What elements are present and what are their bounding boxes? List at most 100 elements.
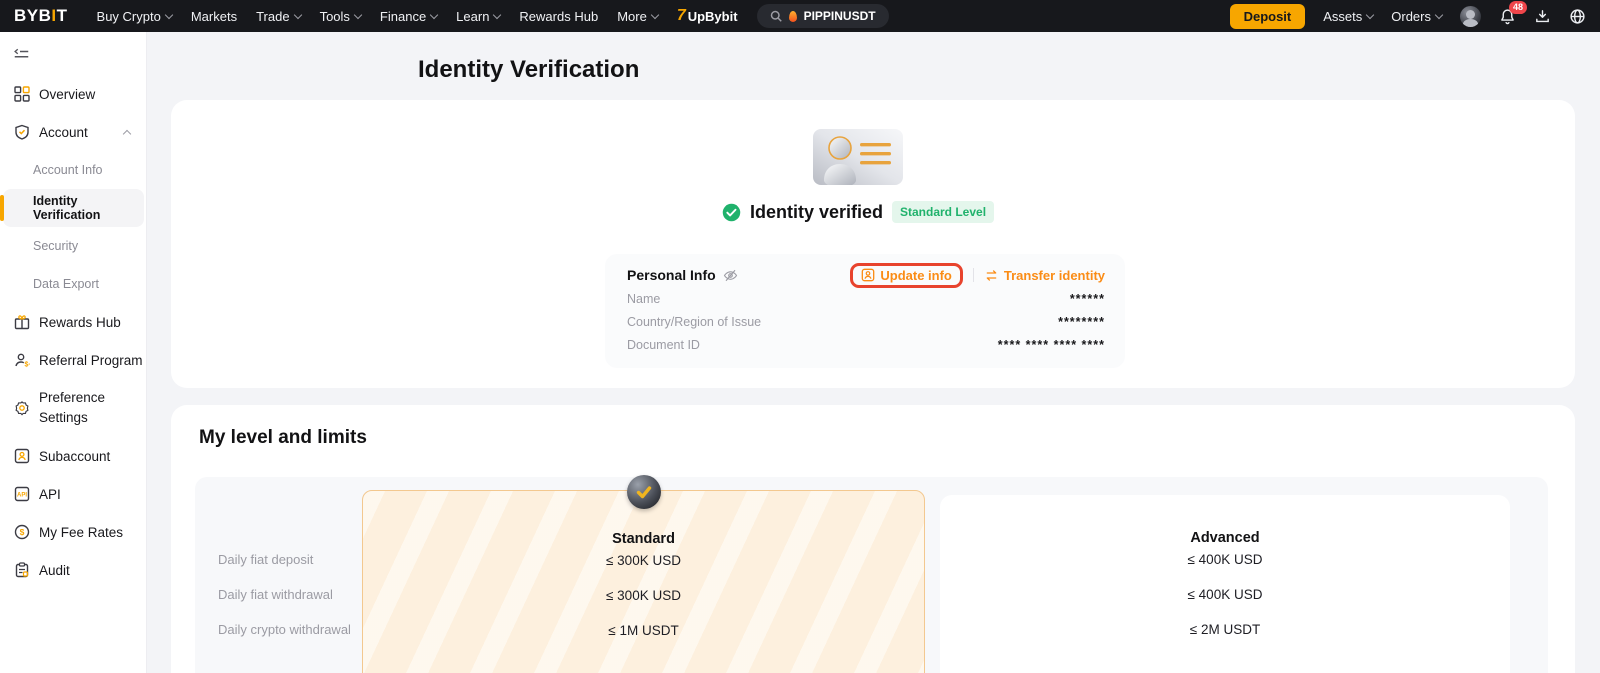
user-avatar[interactable]: [1460, 6, 1481, 27]
chevron-down-icon: [165, 10, 173, 18]
sidebar-item-rewards-hub[interactable]: Rewards Hub: [0, 303, 146, 341]
globe-icon: [1569, 8, 1586, 25]
transfer-identity-button[interactable]: Transfer identity: [984, 268, 1105, 283]
chevron-down-icon: [1366, 10, 1374, 18]
api-icon: API: [14, 486, 30, 502]
sidebar-item-audit[interactable]: Audit: [0, 551, 146, 589]
standard-level-medal-icon: [627, 475, 661, 509]
nav-tools[interactable]: Tools: [320, 9, 361, 24]
chevron-down-icon: [354, 10, 362, 18]
notifications-button[interactable]: 48: [1499, 8, 1516, 25]
seven-logo-icon: 7: [677, 7, 686, 25]
svg-text:API: API: [17, 493, 27, 499]
subaccount-icon: [14, 448, 30, 464]
nav-orders[interactable]: Orders: [1391, 9, 1442, 24]
sidebar-collapse-button[interactable]: [14, 48, 29, 61]
tier-advanced-column: Advanced ≤ 400K USD ≤ 400K USD ≤ 2M USDT: [940, 495, 1510, 673]
tier-standard-column: Standard ≤ 300K USD ≤ 300K USD ≤ 1M USDT: [362, 490, 925, 673]
divider: [973, 268, 974, 282]
search-icon: [770, 10, 782, 22]
collapse-sidebar-icon: [14, 48, 29, 61]
bybit-logo[interactable]: BYBIT: [14, 6, 68, 26]
sidebar-item-label: API: [39, 487, 61, 502]
svg-text:$: $: [20, 527, 25, 537]
nav-finance[interactable]: Finance: [380, 9, 437, 24]
nav-learn[interactable]: Learn: [456, 9, 500, 24]
tier-limit-value: ≤ 300K USD: [363, 553, 924, 568]
sidebar-item-data-export[interactable]: Data Export: [0, 265, 146, 303]
sidebar: Overview Account Account Info Identity V…: [0, 32, 147, 673]
limit-row-label: Daily fiat withdrawal: [218, 587, 333, 602]
tier-name: Standard: [363, 531, 924, 547]
active-indicator: [0, 195, 4, 221]
masked-value: ********: [1058, 315, 1105, 329]
sidebar-item-label: Preference Settings: [39, 388, 125, 427]
nav-rewards-hub[interactable]: Rewards Hub: [519, 9, 598, 24]
chevron-down-icon: [651, 10, 659, 18]
tier-limit-value: ≤ 300K USD: [363, 588, 924, 603]
audit-clipboard-icon: [14, 562, 30, 578]
masked-value: **** **** **** ****: [998, 338, 1105, 352]
personal-info-panel: Personal Info Update info: [605, 254, 1125, 368]
limits-heading: My level and limits: [199, 427, 367, 449]
page-title: Identity Verification: [418, 56, 639, 84]
sidebar-item-account[interactable]: Account: [0, 113, 146, 151]
personal-info-row-country: Country/Region of Issue ********: [627, 315, 1105, 329]
chevron-down-icon: [293, 10, 301, 18]
notification-badge: 48: [1509, 1, 1527, 14]
tier-limit-value: ≤ 400K USD: [940, 552, 1510, 567]
chevron-up-icon: [123, 130, 131, 138]
search-input[interactable]: PIPPINUSDT: [757, 4, 889, 28]
sidebar-item-account-info[interactable]: Account Info: [0, 151, 146, 189]
sidebar-item-identity-verification[interactable]: Identity Verification: [3, 189, 144, 227]
flame-icon: [789, 11, 797, 22]
update-info-icon: [861, 268, 875, 282]
nav-more[interactable]: More: [617, 9, 658, 24]
eye-slash-icon[interactable]: [723, 268, 738, 283]
nav-buy-crypto[interactable]: Buy Crypto: [97, 9, 172, 24]
sidebar-item-my-fee-rates[interactable]: $ My Fee Rates: [0, 513, 146, 551]
sidebar-item-preference-settings[interactable]: Preference Settings: [0, 379, 146, 437]
upbybit-label: UpBybit: [688, 9, 738, 24]
sidebar-item-referral-program[interactable]: $+ Referral Program: [0, 341, 146, 379]
nav-markets[interactable]: Markets: [191, 9, 237, 24]
verified-check-icon: [722, 203, 741, 222]
tier-limit-value: ≤ 400K USD: [940, 587, 1510, 602]
verified-status-text: Identity verified: [750, 202, 883, 223]
sidebar-item-subaccount[interactable]: Subaccount: [0, 437, 146, 475]
personal-info-row-name: Name ******: [627, 292, 1105, 306]
tier-limit-value: ≤ 1M USDT: [363, 623, 924, 638]
download-app-button[interactable]: [1534, 8, 1551, 25]
nav-trade[interactable]: Trade: [256, 9, 300, 24]
tier-name: Advanced: [940, 530, 1510, 546]
level-badge: Standard Level: [892, 201, 994, 223]
account-shield-icon: [14, 124, 30, 140]
sidebar-item-overview[interactable]: Overview: [0, 75, 146, 113]
limit-row-label: Daily crypto withdrawal: [218, 622, 351, 637]
sidebar-item-label: Account: [39, 125, 88, 140]
settings-gear-icon: [14, 400, 30, 416]
search-value: PIPPINUSDT: [804, 9, 876, 23]
sidebar-item-security[interactable]: Security: [0, 227, 146, 265]
chevron-down-icon: [493, 10, 501, 18]
chevron-down-icon: [1435, 10, 1443, 18]
download-icon: [1534, 8, 1551, 25]
language-button[interactable]: [1569, 8, 1586, 25]
deposit-button[interactable]: Deposit: [1230, 4, 1306, 29]
personal-info-title: Personal Info: [627, 267, 716, 283]
sidebar-item-label: Subaccount: [39, 449, 110, 464]
personal-info-row-document-id: Document ID **** **** **** ****: [627, 338, 1105, 352]
nav-upbybit-promo[interactable]: 7 UpBybit: [677, 7, 738, 25]
nav-assets[interactable]: Assets: [1323, 9, 1373, 24]
limit-row-label: Daily fiat deposit: [218, 552, 313, 567]
sidebar-item-label: My Fee Rates: [39, 525, 123, 540]
sidebar-item-label: Referral Program: [39, 353, 143, 368]
sidebar-item-label: Rewards Hub: [39, 315, 121, 330]
verification-status-card: Identity verified Standard Level Persona…: [171, 100, 1575, 388]
sidebar-item-api[interactable]: API API: [0, 475, 146, 513]
masked-value: ******: [1070, 292, 1105, 306]
sidebar-item-label: Overview: [39, 87, 95, 102]
main-content: Identity Verification: [147, 32, 1600, 673]
update-info-button[interactable]: Update info: [861, 268, 952, 283]
top-navbar: BYBIT Buy Crypto Markets Trade Tools Fin…: [0, 0, 1600, 32]
